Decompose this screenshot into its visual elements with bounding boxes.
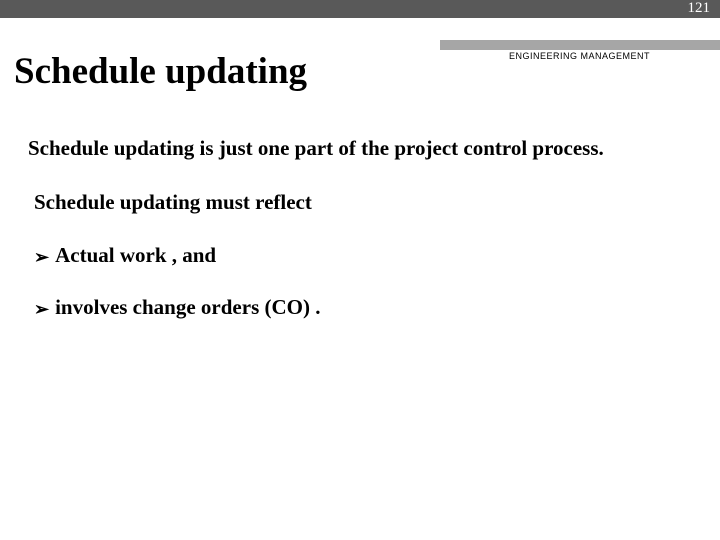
content-area: Schedule updating is just one part of th…	[0, 110, 720, 321]
bullet-arrow-icon: ➢	[34, 297, 49, 321]
bullet-item: ➢involves change orders (CO) .	[28, 293, 692, 321]
header-area: ENGINEERING MANAGEMENT Schedule updating	[0, 40, 720, 110]
bullet-item: ➢Actual work , and	[28, 241, 692, 269]
reflect-line: Schedule updating must reflect	[28, 188, 692, 216]
bullet-arrow-icon: ➢	[34, 245, 49, 269]
header-accent-bar	[440, 40, 720, 50]
bullet-text: Actual work , and	[55, 243, 216, 267]
top-bar: 121	[0, 0, 720, 18]
bullet-text: involves change orders (CO) .	[55, 295, 320, 319]
slide-title: Schedule updating	[14, 50, 307, 93]
header-label: ENGINEERING MANAGEMENT	[509, 51, 650, 61]
intro-paragraph: Schedule updating is just one part of th…	[28, 134, 692, 162]
page-number: 121	[688, 0, 711, 17]
